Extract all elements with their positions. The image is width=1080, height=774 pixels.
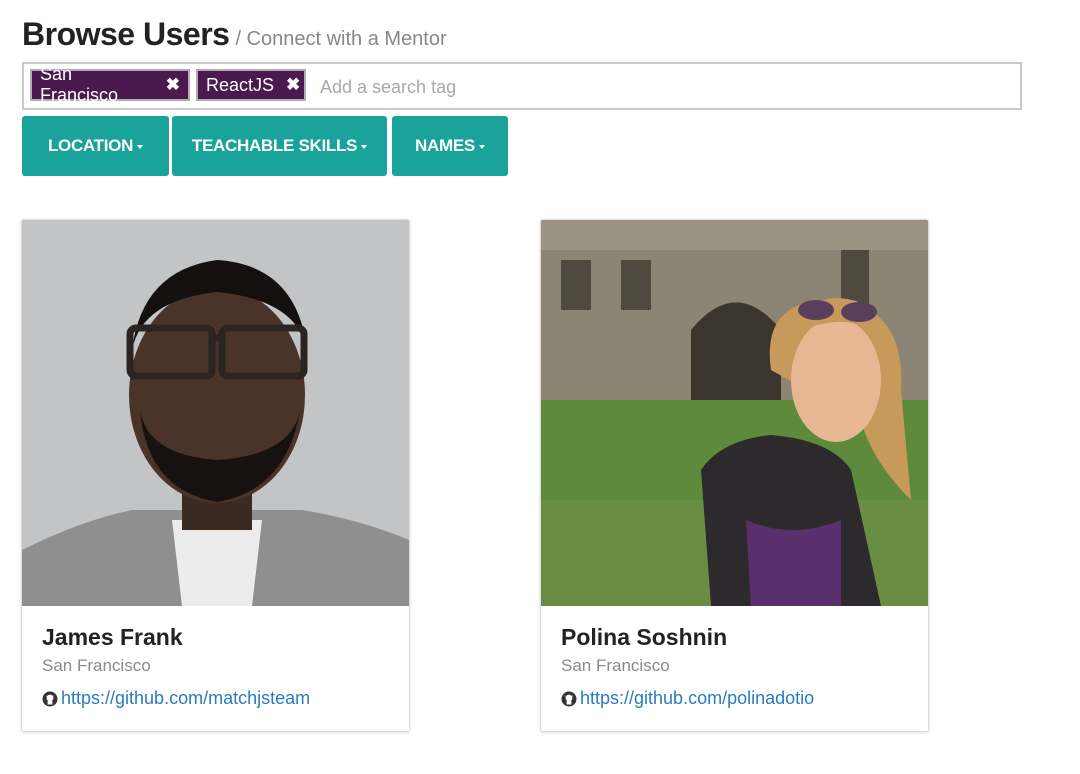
user-photo	[22, 220, 409, 606]
caret-down-icon	[478, 145, 485, 149]
search-tag-san-francisco: San Francisco ✖	[30, 64, 190, 105]
page-subtitle: / Connect with a Mentor	[235, 28, 447, 50]
search-tag-reactjs: ReactJS ✖	[196, 69, 306, 101]
user-name: James Frank	[42, 624, 183, 650]
page-header: Browse Users / Connect with a Mentor	[22, 16, 447, 53]
button-label: NAMES	[415, 136, 475, 155]
github-url[interactable]: https://github.com/polinadotio	[580, 688, 814, 709]
github-icon	[42, 691, 58, 706]
user-location: San Francisco	[561, 656, 670, 675]
user-location: San Francisco	[42, 656, 151, 675]
github-url[interactable]: https://github.com/matchjsteam	[61, 688, 310, 709]
user-card: Polina Soshnin San Francisco https://git…	[540, 219, 929, 732]
github-link[interactable]: https://github.com/matchjsteam	[42, 688, 310, 709]
remove-tag-icon[interactable]: ✖	[286, 75, 300, 95]
button-label: LOCATION	[47, 136, 134, 155]
user-photo	[541, 220, 928, 606]
teachable-skills-filter-button[interactable]: TEACHABLE SKILLS	[172, 116, 387, 176]
tag-label: San Francisco	[40, 64, 119, 105]
tag-search-box[interactable]: San Francisco ✖ ReactJS ✖	[22, 62, 1022, 110]
search-tag-input[interactable]	[318, 70, 1002, 104]
github-icon	[561, 691, 577, 706]
user-name: Polina Soshnin	[561, 624, 728, 650]
tag-label: ReactJS	[206, 74, 275, 95]
button-label: TEACHABLE SKILLS	[191, 136, 358, 155]
page-title: Browse Users	[22, 16, 230, 52]
caret-down-icon	[137, 145, 144, 149]
remove-tag-icon[interactable]: ✖	[166, 75, 180, 95]
names-filter-button[interactable]: NAMES	[392, 116, 508, 176]
caret-down-icon	[361, 145, 368, 149]
github-link[interactable]: https://github.com/polinadotio	[561, 688, 814, 709]
user-card: James Frank San Francisco https://github…	[21, 219, 410, 732]
location-filter-button[interactable]: LOCATION	[22, 116, 169, 176]
